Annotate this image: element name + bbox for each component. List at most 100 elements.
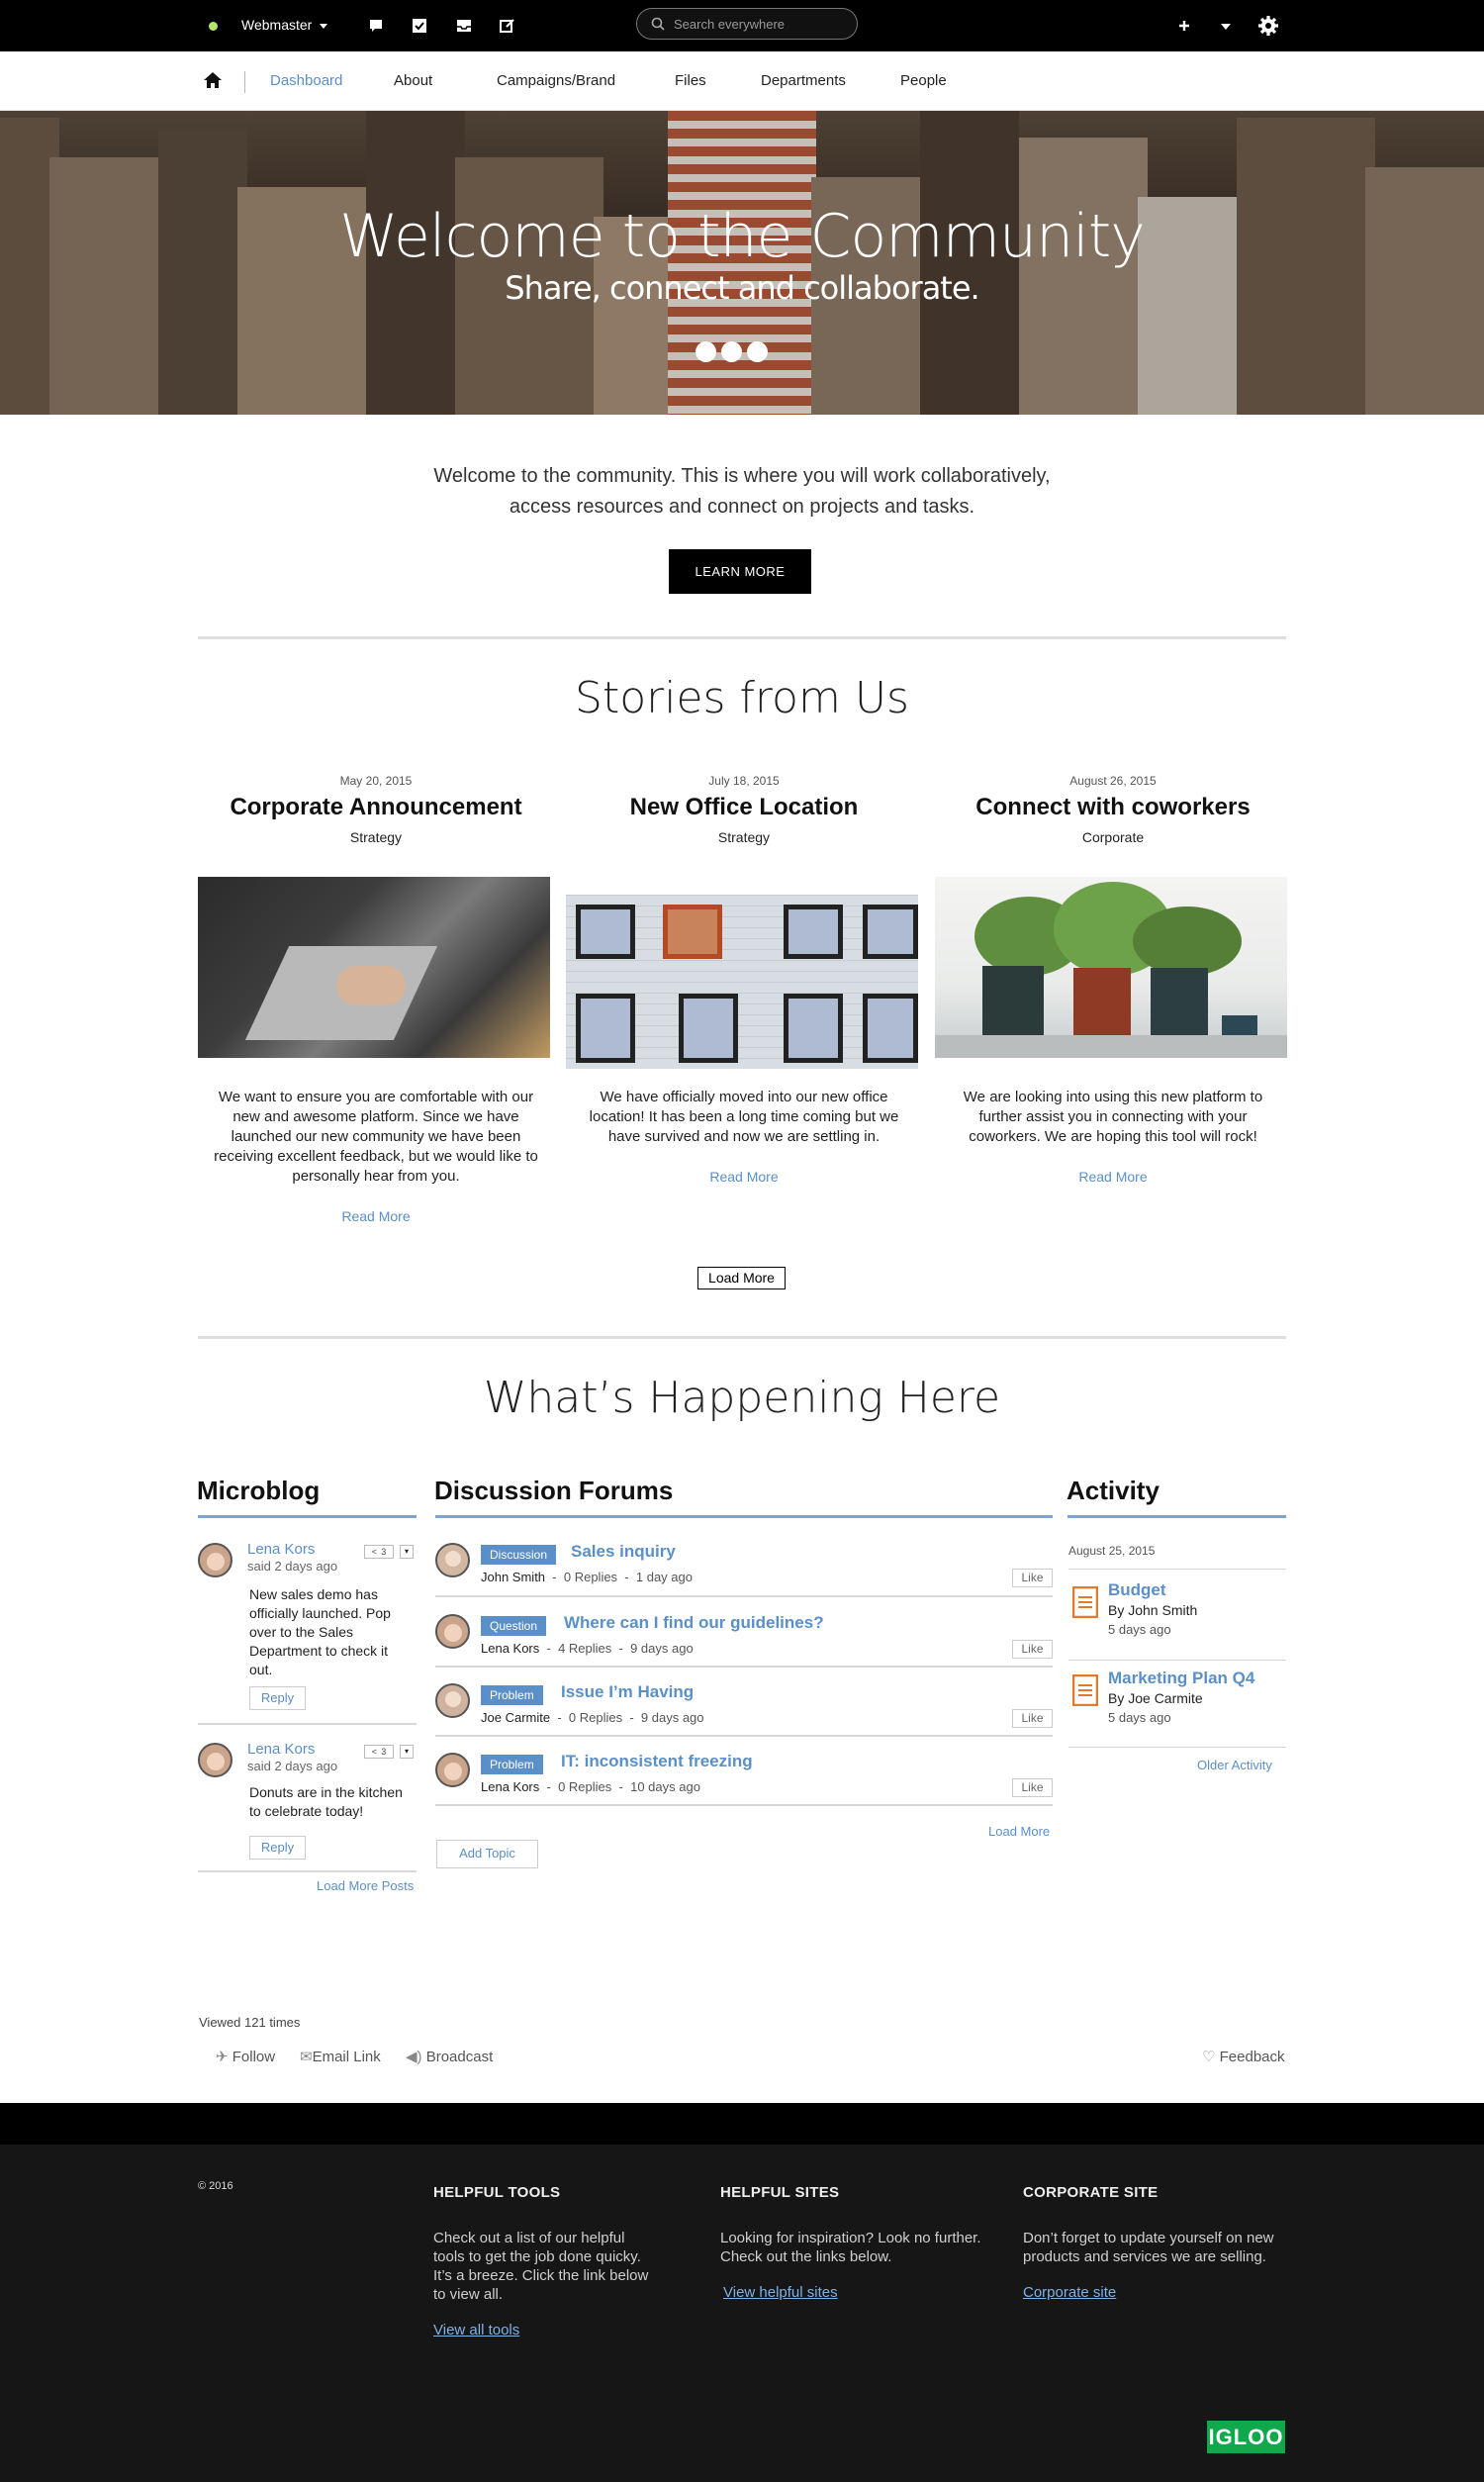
post-options-dropdown[interactable]: ▾ xyxy=(400,1745,414,1759)
avatar[interactable] xyxy=(435,1543,470,1577)
search-input[interactable] xyxy=(674,15,847,33)
view-helpful-sites-link[interactable]: View helpful sites xyxy=(723,2284,838,2301)
topic-author[interactable]: John Smith xyxy=(481,1570,545,1584)
topic-meta: Lena Kors - 0 Replies - 10 days ago xyxy=(481,1779,700,1794)
nav-item-files[interactable]: Files xyxy=(675,72,706,89)
nav-item-people[interactable]: People xyxy=(900,72,947,89)
story-text: We have officially moved into our new of… xyxy=(589,1089,899,1145)
section-divider xyxy=(198,1336,1286,1339)
add-topic-button[interactable]: Add Topic xyxy=(436,1840,538,1868)
happening-heading: What’s Happening Here xyxy=(483,1373,1001,1423)
nav-item-departments[interactable]: Departments xyxy=(761,72,846,89)
topic-time: 9 days ago xyxy=(640,1710,704,1725)
like-button[interactable]: Like xyxy=(1012,1569,1053,1587)
read-more-link[interactable]: Read More xyxy=(576,1167,912,1187)
story-title[interactable]: Corporate Announcement xyxy=(198,794,554,821)
activity-item-author: By John Smith xyxy=(1108,1602,1198,1618)
story-image-plants[interactable] xyxy=(935,877,1287,1058)
forum-topic: Problem IT: inconsistent freezing Lena K… xyxy=(435,1751,1053,1820)
topic-time: 1 day ago xyxy=(635,1570,693,1584)
avatar[interactable] xyxy=(435,1614,470,1649)
avatar[interactable] xyxy=(198,1743,232,1777)
gear-icon[interactable] xyxy=(1257,15,1279,37)
footer-col-sites: HELPFUL SITES Looking for inspiration? L… xyxy=(720,2184,1007,2302)
plus-icon[interactable] xyxy=(1174,16,1194,36)
view-all-tools-link[interactable]: View all tools xyxy=(433,2322,519,2339)
feedback-button[interactable]: ♡ Feedback xyxy=(1202,2048,1285,2065)
like-button[interactable]: Like xyxy=(1012,1709,1053,1728)
topic-author[interactable]: Lena Kors xyxy=(481,1641,539,1656)
post-options-dropdown[interactable]: ▾ xyxy=(400,1545,414,1559)
email-link-button[interactable]: ✉Email Link xyxy=(300,2048,381,2065)
nav-item-dashboard[interactable]: Dashboard xyxy=(270,72,342,89)
load-more-posts-link[interactable]: Load More Posts xyxy=(317,1878,414,1893)
post-author[interactable]: Lena Kors xyxy=(247,1741,315,1758)
top-bar: Webmaster xyxy=(0,0,1484,51)
avatar[interactable] xyxy=(198,1543,232,1577)
story-image-laptop[interactable] xyxy=(198,877,550,1058)
broadcast-button[interactable]: ◀) Broadcast xyxy=(406,2048,493,2065)
nav-item-about[interactable]: About xyxy=(394,72,432,89)
topic-title[interactable]: Sales inquiry xyxy=(571,1542,676,1562)
share-count-button[interactable]: < 3 xyxy=(364,1545,394,1559)
load-more-topics-link[interactable]: Load More xyxy=(988,1824,1050,1839)
story-title[interactable]: New Office Location xyxy=(566,794,922,821)
main-nav: Dashboard About Campaigns/Brand Files De… xyxy=(0,51,1484,111)
document-icon xyxy=(1072,1586,1098,1618)
section-divider xyxy=(198,636,1286,639)
topic-replies: 0 Replies xyxy=(558,1779,612,1794)
like-button[interactable]: Like xyxy=(1012,1640,1053,1659)
online-status-dot xyxy=(209,22,218,31)
reply-button[interactable]: Reply xyxy=(249,1686,306,1710)
learn-more-button[interactable]: LEARN MORE xyxy=(669,549,811,594)
corporate-site-link[interactable]: Corporate site xyxy=(1023,2284,1116,2301)
topic-replies: 0 Replies xyxy=(563,1570,618,1584)
post-author[interactable]: Lena Kors xyxy=(247,1541,315,1558)
igloo-logo[interactable]: IGLOO xyxy=(1207,2421,1285,2453)
avatar[interactable] xyxy=(435,1753,470,1787)
load-more-stories-button[interactable]: Load More xyxy=(697,1267,786,1289)
compose-icon[interactable] xyxy=(498,16,517,36)
carousel-dot-1[interactable] xyxy=(696,341,716,362)
footer-text: Looking for inspiration? Look no further… xyxy=(720,2230,981,2265)
task-checkbox-icon[interactable] xyxy=(410,16,429,36)
read-more-link[interactable]: Read More xyxy=(945,1167,1281,1187)
activity-item-time: 5 days ago xyxy=(1108,1622,1171,1637)
inbox-icon[interactable] xyxy=(454,16,474,36)
intro-line-2: access resources and connect on projects… xyxy=(509,496,975,518)
broadcast-label: Broadcast xyxy=(425,2049,494,2065)
topic-time: 10 days ago xyxy=(630,1779,700,1794)
topic-title[interactable]: Issue I’m Having xyxy=(561,1682,694,1702)
older-activity-link[interactable]: Older Activity xyxy=(1197,1758,1272,1772)
meta-separator: - xyxy=(557,1710,562,1725)
avatar[interactable] xyxy=(435,1683,470,1718)
like-button[interactable]: Like xyxy=(1012,1778,1053,1797)
story-image-building[interactable] xyxy=(566,895,918,1069)
activity-item-time: 5 days ago xyxy=(1108,1710,1171,1725)
read-more-link[interactable]: Read More xyxy=(208,1206,544,1226)
share-count-button[interactable]: < 3 xyxy=(364,1745,394,1759)
reply-button[interactable]: Reply xyxy=(249,1836,306,1860)
search-box[interactable] xyxy=(636,8,858,40)
topic-type-badge: Problem xyxy=(481,1755,543,1774)
activity-item-title[interactable]: Marketing Plan Q4 xyxy=(1108,1669,1254,1688)
caret-down-icon[interactable] xyxy=(1216,16,1236,36)
story-title[interactable]: Connect with coworkers xyxy=(935,794,1291,821)
carousel-dot-2[interactable] xyxy=(721,341,742,362)
story-body: We want to ensure you are comfortable wi… xyxy=(208,1088,544,1226)
meta-separator: - xyxy=(552,1570,557,1584)
story-body: We are looking into using this new platf… xyxy=(945,1088,1281,1187)
follow-button[interactable]: ✈ Follow xyxy=(216,2048,275,2065)
meta-separator: - xyxy=(629,1710,634,1725)
microblog-post: Lena Kors said 2 days ago < 3 ▾ New sale… xyxy=(198,1541,417,1719)
topic-title[interactable]: Where can I find our guidelines? xyxy=(564,1613,824,1633)
topic-title[interactable]: IT: inconsistent freezing xyxy=(561,1752,753,1771)
carousel-dot-3[interactable] xyxy=(747,341,768,362)
home-icon[interactable] xyxy=(203,70,223,90)
activity-item-title[interactable]: Budget xyxy=(1108,1580,1166,1600)
chat-icon[interactable] xyxy=(366,16,386,36)
topic-author[interactable]: Lena Kors xyxy=(481,1779,539,1794)
user-menu[interactable]: Webmaster xyxy=(241,17,328,33)
topic-author[interactable]: Joe Carmite xyxy=(481,1710,550,1725)
nav-item-campaigns-brand[interactable]: Campaigns/Brand xyxy=(497,72,615,89)
